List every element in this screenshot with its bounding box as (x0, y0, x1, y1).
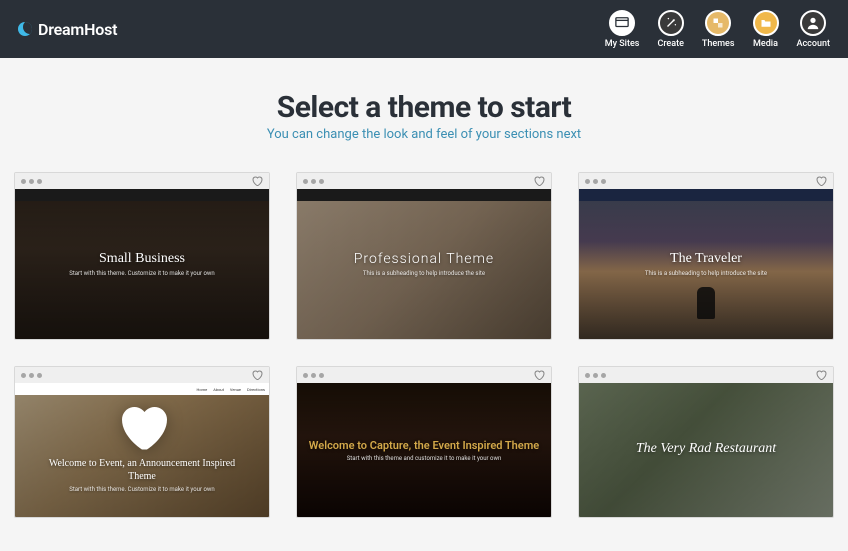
theme-card-event[interactable]: HomeAboutVenueDirections Welcome to Even… (14, 366, 270, 518)
wand-icon (658, 10, 684, 36)
moon-icon (18, 22, 32, 36)
theme-subtitle: This is a subheading to help introduce t… (363, 270, 485, 277)
card-chrome (579, 173, 833, 189)
theme-subtitle: This is a subheading to help introduce t… (645, 270, 767, 277)
theme-subtitle: Start with this theme. Customize it to m… (69, 270, 214, 277)
favorite-button[interactable] (815, 369, 827, 381)
window-dots (303, 179, 324, 184)
window-dots (21, 179, 42, 184)
favorite-button[interactable] (533, 369, 545, 381)
theme-preview: The Traveler This is a subheading to hel… (579, 189, 833, 339)
theme-grid: Small Business Start with this theme. Cu… (0, 164, 848, 538)
nav-label: Account (797, 39, 830, 49)
card-chrome (297, 173, 551, 189)
theme-title: The Traveler (670, 251, 742, 267)
page-subtitle: You can change the look and feel of your… (0, 127, 848, 142)
top-nav: My Sites Create Themes Media Account (605, 10, 830, 49)
favorite-button[interactable] (533, 175, 545, 187)
themes-icon (705, 10, 731, 36)
theme-title: Welcome to Event, an Announcement Inspir… (15, 457, 269, 483)
account-icon (800, 10, 826, 36)
card-chrome (15, 173, 269, 189)
theme-preview: The Very Rad Restaurant (579, 383, 833, 517)
card-chrome (579, 367, 833, 383)
window-dots (303, 373, 324, 378)
theme-card-professional[interactable]: Professional Theme This is a subheading … (296, 172, 552, 340)
sites-icon (609, 10, 635, 36)
topbar: DreamHost My Sites Create Themes Media (0, 0, 848, 58)
theme-title: Small Business (99, 251, 185, 267)
brand-logo[interactable]: DreamHost (18, 20, 117, 39)
nav-label: Create (657, 39, 683, 49)
card-chrome (297, 367, 551, 383)
hero: Select a theme to start You can change t… (0, 58, 848, 164)
event-mini-nav: HomeAboutVenueDirections (196, 383, 265, 395)
window-dots (585, 373, 606, 378)
theme-title: Welcome to Capture, the Event Inspired T… (309, 439, 539, 452)
theme-title: The Very Rad Restaurant (636, 441, 776, 457)
favorite-button[interactable] (251, 175, 263, 187)
theme-title: Professional Theme (354, 251, 494, 267)
folder-icon (753, 10, 779, 36)
nav-media[interactable]: Media (753, 10, 779, 49)
theme-preview: Welcome to Capture, the Event Inspired T… (297, 383, 551, 517)
theme-subtitle: Start with this theme and customize it t… (347, 455, 502, 462)
theme-card-small-business[interactable]: Small Business Start with this theme. Cu… (14, 172, 270, 340)
nav-create[interactable]: Create (657, 10, 683, 49)
nav-label: My Sites (605, 39, 640, 49)
nav-themes[interactable]: Themes (702, 10, 735, 49)
theme-card-traveler[interactable]: The Traveler This is a subheading to hel… (578, 172, 834, 340)
favorite-button[interactable] (251, 369, 263, 381)
nav-account[interactable]: Account (797, 10, 830, 49)
heart-graphic (107, 397, 177, 457)
window-dots (585, 179, 606, 184)
theme-preview: HomeAboutVenueDirections Welcome to Even… (15, 383, 269, 517)
brand-text: DreamHost (38, 20, 117, 39)
theme-subtitle: Start with this theme. Customize it to m… (69, 486, 214, 493)
theme-preview: Small Business Start with this theme. Cu… (15, 189, 269, 339)
theme-card-restaurant[interactable]: The Very Rad Restaurant (578, 366, 834, 518)
nav-my-sites[interactable]: My Sites (605, 10, 640, 49)
favorite-button[interactable] (815, 175, 827, 187)
nav-label: Themes (702, 39, 735, 49)
page-title: Select a theme to start (0, 90, 848, 125)
nav-label: Media (753, 39, 778, 49)
card-chrome (15, 367, 269, 383)
window-dots (21, 373, 42, 378)
theme-preview: Professional Theme This is a subheading … (297, 189, 551, 339)
theme-card-capture[interactable]: Welcome to Capture, the Event Inspired T… (296, 366, 552, 518)
